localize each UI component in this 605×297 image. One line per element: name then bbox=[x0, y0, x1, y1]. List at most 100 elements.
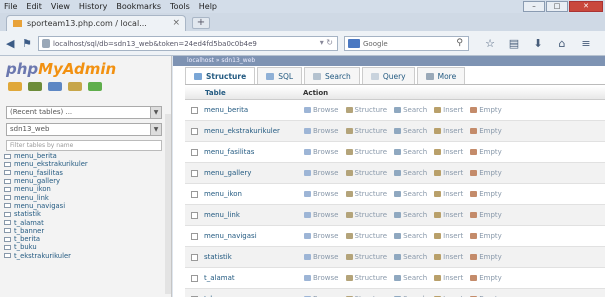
bookmarks-list-icon[interactable]: ▤ bbox=[504, 37, 524, 50]
row-checkbox[interactable] bbox=[191, 253, 198, 261]
browse-action[interactable]: Browse bbox=[304, 274, 339, 282]
empty-action[interactable]: Empty bbox=[470, 211, 502, 219]
tree-item[interactable]: t_banner bbox=[4, 227, 164, 235]
structure-action[interactable]: Structure bbox=[345, 274, 387, 282]
insert-action[interactable]: Insert bbox=[434, 253, 463, 261]
home-icon[interactable] bbox=[8, 82, 22, 91]
browse-action[interactable]: Browse bbox=[304, 253, 339, 261]
browse-action[interactable]: Browse bbox=[304, 127, 339, 135]
row-checkbox[interactable] bbox=[191, 148, 198, 156]
insert-action[interactable]: Insert bbox=[434, 190, 463, 198]
empty-action[interactable]: Empty bbox=[470, 274, 502, 282]
empty-action[interactable]: Empty bbox=[470, 106, 502, 114]
empty-action[interactable]: Empty bbox=[470, 169, 502, 177]
tree-item[interactable]: t_alamat bbox=[4, 218, 164, 227]
row-checkbox[interactable] bbox=[191, 106, 198, 114]
search-bar[interactable]: Google ⚲ bbox=[344, 36, 469, 51]
row-checkbox[interactable] bbox=[191, 190, 198, 198]
table-filter-input[interactable]: Filter tables by name bbox=[6, 140, 162, 151]
phpmyadmin-logo[interactable]: phpMyAdmin bbox=[6, 60, 116, 78]
reload-icon[interactable]: ▾ ↻ bbox=[320, 38, 333, 47]
tree-item[interactable]: t_berita bbox=[4, 235, 164, 243]
column-header-table[interactable]: Table bbox=[185, 89, 303, 97]
browser-tab[interactable]: sporteam13.php.com / local... × bbox=[6, 15, 186, 31]
close-window-button[interactable]: ✕ bbox=[569, 1, 603, 12]
empty-action[interactable]: Empty bbox=[470, 127, 502, 135]
site-info-icon[interactable] bbox=[42, 39, 50, 48]
tree-item[interactable]: menu_berita bbox=[4, 152, 164, 160]
table-name-link[interactable]: menu_berita bbox=[204, 106, 304, 114]
browse-action[interactable]: Browse bbox=[304, 169, 339, 177]
menu-bookmarks[interactable]: Bookmarks bbox=[116, 2, 161, 11]
table-name-link[interactable]: t_alamat bbox=[204, 274, 304, 282]
sql-icon[interactable] bbox=[48, 82, 62, 91]
search-icon[interactable]: ⚲ bbox=[456, 38, 463, 48]
structure-action[interactable]: Structure bbox=[345, 148, 387, 156]
menu-tools[interactable]: Tools bbox=[170, 2, 190, 11]
table-name-link[interactable]: menu_link bbox=[204, 211, 304, 219]
insert-action[interactable]: Insert bbox=[434, 169, 463, 177]
structure-action[interactable]: Structure bbox=[345, 127, 387, 135]
browse-action[interactable]: Browse bbox=[304, 211, 339, 219]
bookmark-star-icon[interactable]: ☆ bbox=[480, 37, 500, 50]
tree-item[interactable]: menu_link bbox=[4, 193, 164, 202]
tree-item[interactable]: statistik bbox=[4, 210, 164, 218]
structure-action[interactable]: Structure bbox=[345, 190, 387, 198]
browse-action[interactable]: Browse bbox=[304, 232, 339, 240]
table-name-link[interactable]: menu_gallery bbox=[204, 169, 304, 177]
breadcrumb[interactable]: localhost » sdn13_web bbox=[187, 57, 255, 65]
browse-action[interactable]: Browse bbox=[304, 190, 339, 198]
search-engine-icon[interactable] bbox=[348, 39, 360, 48]
search-action[interactable]: Search bbox=[394, 232, 427, 240]
search-action[interactable]: Search bbox=[394, 253, 427, 261]
home-icon[interactable]: ⌂ bbox=[552, 37, 572, 50]
row-checkbox[interactable] bbox=[191, 211, 198, 219]
insert-action[interactable]: Insert bbox=[434, 148, 463, 156]
minimize-button[interactable]: – bbox=[523, 1, 545, 12]
tab-more[interactable]: More bbox=[416, 67, 466, 84]
tree-item[interactable]: menu_fasilitas bbox=[4, 169, 164, 177]
menu-file[interactable]: File bbox=[4, 2, 17, 11]
tab-search[interactable]: Search bbox=[304, 67, 360, 84]
url-bar[interactable]: localhost/sql/db=sdn13_web&token=24ed4fd… bbox=[38, 36, 338, 51]
database-select[interactable]: sdn13_web ▼ bbox=[6, 123, 162, 136]
structure-action[interactable]: Structure bbox=[345, 106, 387, 114]
row-checkbox[interactable] bbox=[191, 127, 198, 135]
tab-query[interactable]: Query bbox=[361, 67, 415, 84]
browse-action[interactable]: Browse bbox=[304, 106, 339, 114]
search-action[interactable]: Search bbox=[394, 127, 427, 135]
table-name-link[interactable]: menu_fasilitas bbox=[204, 148, 304, 156]
table-name-link[interactable]: menu_ikon bbox=[204, 190, 304, 198]
search-action[interactable]: Search bbox=[394, 106, 427, 114]
search-action[interactable]: Search bbox=[394, 169, 427, 177]
structure-action[interactable]: Structure bbox=[345, 169, 387, 177]
empty-action[interactable]: Empty bbox=[470, 232, 502, 240]
table-name-link[interactable]: statistik bbox=[204, 253, 304, 261]
empty-action[interactable]: Empty bbox=[470, 253, 502, 261]
hamburger-menu-icon[interactable]: ≡ bbox=[576, 37, 596, 50]
tree-item[interactable]: t_ekstrakurikuler bbox=[4, 252, 164, 260]
new-tab-button[interactable]: + bbox=[192, 17, 210, 29]
maximize-button[interactable]: □ bbox=[546, 1, 568, 12]
row-checkbox[interactable] bbox=[191, 274, 198, 282]
search-action[interactable]: Search bbox=[394, 211, 427, 219]
table-name-link[interactable]: menu_navigasi bbox=[204, 232, 304, 240]
empty-action[interactable]: Empty bbox=[470, 148, 502, 156]
row-checkbox[interactable] bbox=[191, 169, 198, 177]
tree-item[interactable]: menu_gallery bbox=[4, 177, 164, 185]
exit-icon[interactable] bbox=[28, 82, 42, 91]
back-icon[interactable]: ◀ bbox=[6, 37, 14, 50]
menu-view[interactable]: View bbox=[51, 2, 70, 11]
table-name-link[interactable]: menu_ekstrakurikuler bbox=[204, 127, 304, 135]
search-action[interactable]: Search bbox=[394, 148, 427, 156]
reload-icon[interactable] bbox=[88, 82, 102, 91]
insert-action[interactable]: Insert bbox=[434, 127, 463, 135]
tree-item[interactable]: t_buku bbox=[4, 243, 164, 251]
recent-tables-select[interactable]: (Recent tables) ... ▼ bbox=[6, 106, 162, 119]
structure-action[interactable]: Structure bbox=[345, 211, 387, 219]
structure-action[interactable]: Structure bbox=[345, 232, 387, 240]
tab-sql[interactable]: SQL bbox=[257, 67, 303, 84]
structure-action[interactable]: Structure bbox=[345, 253, 387, 261]
menu-history[interactable]: History bbox=[79, 2, 107, 11]
tree-item[interactable]: menu_navigasi bbox=[4, 202, 164, 210]
